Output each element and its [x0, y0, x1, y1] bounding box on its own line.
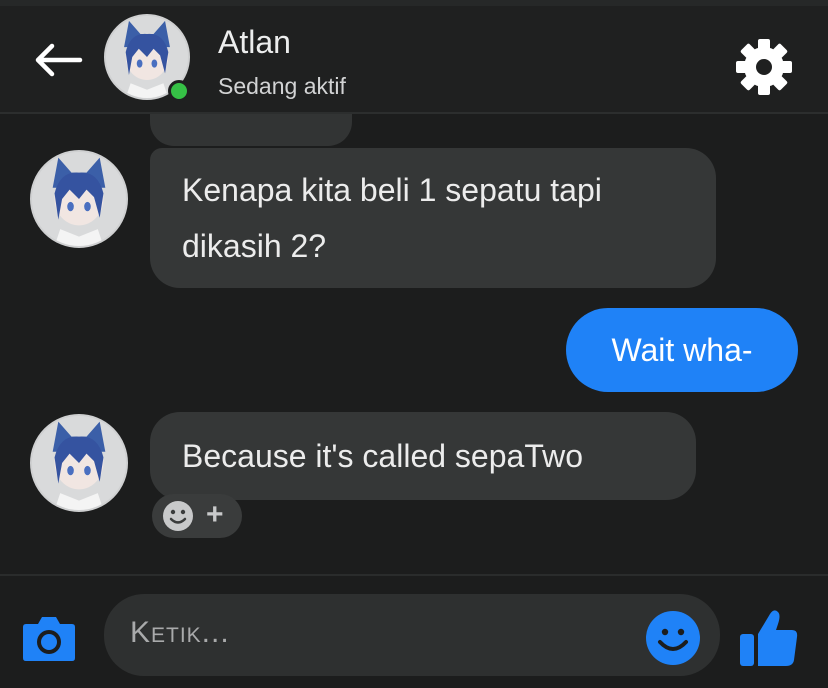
incoming-message-bubble[interactable]: Kenapa kita beli 1 sepatu tapi dikasih 2… — [150, 148, 716, 288]
composer-divider — [0, 574, 828, 576]
header-divider — [0, 112, 828, 114]
thumbs-up-icon[interactable] — [736, 604, 802, 670]
smiley-icon[interactable] — [645, 610, 701, 666]
anime-avatar-icon — [32, 416, 126, 510]
message-line: Kenapa kita beli 1 sepatu tapi — [182, 172, 602, 208]
avatar[interactable] — [30, 414, 128, 512]
outgoing-message-bubble[interactable]: Wait wha- — [566, 308, 798, 392]
message-line: dikasih 2? — [182, 228, 327, 264]
gear-icon[interactable] — [735, 38, 793, 96]
online-status-dot — [168, 80, 190, 102]
anime-avatar-icon — [32, 152, 126, 246]
previous-message-bubble — [150, 114, 352, 146]
incoming-message-bubble[interactable]: Because it's called sepaTwo — [150, 412, 696, 500]
active-status: Sedang aktif — [218, 73, 346, 99]
camera-icon[interactable] — [20, 610, 78, 664]
message-input-placeholder[interactable]: Ketik... — [130, 616, 230, 650]
smiley-icon — [163, 501, 193, 531]
back-arrow-icon[interactable] — [28, 38, 84, 82]
contact-name[interactable]: Atlan — [218, 24, 291, 61]
avatar[interactable] — [30, 150, 128, 248]
plus-icon: + — [206, 498, 224, 531]
add-reaction-button[interactable]: + — [152, 494, 242, 538]
